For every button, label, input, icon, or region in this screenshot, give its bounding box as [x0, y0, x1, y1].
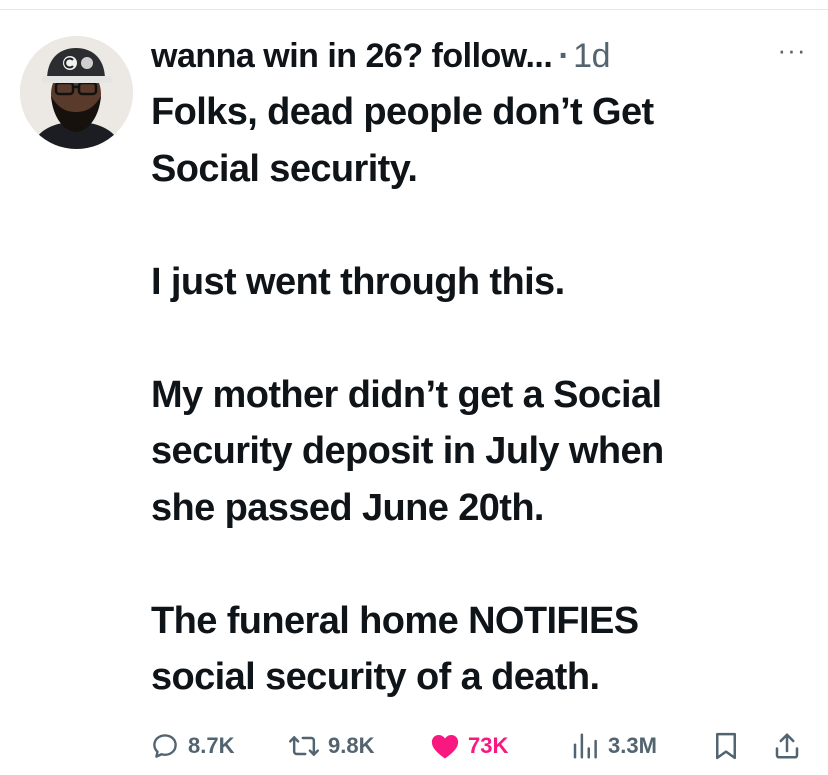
- tweet-paragraph: The funeral home NOTIFIES social securit…: [151, 599, 639, 699]
- share-icon: [775, 733, 799, 759]
- tweet-header: wanna win in 26? follow... · 1d: [151, 30, 751, 82]
- more-dots-icon[interactable]: ···: [772, 37, 812, 63]
- share-button[interactable]: [772, 726, 802, 766]
- tweet-paragraph: My mother didn’t get a Social security d…: [151, 373, 664, 529]
- repost-button[interactable]: 9.8K: [288, 726, 374, 766]
- timestamp[interactable]: 1d: [573, 37, 610, 76]
- bookmark-icon: [716, 732, 736, 760]
- like-button[interactable]: 73K: [430, 726, 508, 766]
- views-count: 3.3M: [608, 733, 657, 758]
- bookmark-button[interactable]: [713, 726, 739, 766]
- reply-button[interactable]: 8.7K: [150, 726, 234, 766]
- top-divider: [0, 9, 828, 10]
- tweet-actions: 8.7K 9.8K 73K 3.3M: [150, 726, 820, 766]
- reply-bubble-icon: [153, 734, 177, 758]
- views-bar-chart-icon: [573, 733, 597, 759]
- reply-count: 8.7K: [188, 733, 235, 758]
- header-separator: ·: [558, 36, 570, 75]
- tweet-text: Folks, dead people don’t Get Social secu…: [151, 84, 816, 706]
- avatar[interactable]: [20, 36, 133, 149]
- tweet-paragraph: I just went through this.: [151, 260, 565, 303]
- like-count: 73K: [468, 733, 509, 758]
- repost-count: 9.8K: [328, 733, 375, 758]
- avatar-image: [20, 36, 133, 149]
- tweet-paragraph: Folks, dead people don’t Get Social secu…: [151, 91, 654, 190]
- repost-icon: [288, 736, 320, 756]
- heart-filled-icon: [431, 735, 459, 759]
- display-name[interactable]: wanna win in 26? follow...: [151, 37, 553, 76]
- views-button[interactable]: 3.3M: [570, 726, 657, 766]
